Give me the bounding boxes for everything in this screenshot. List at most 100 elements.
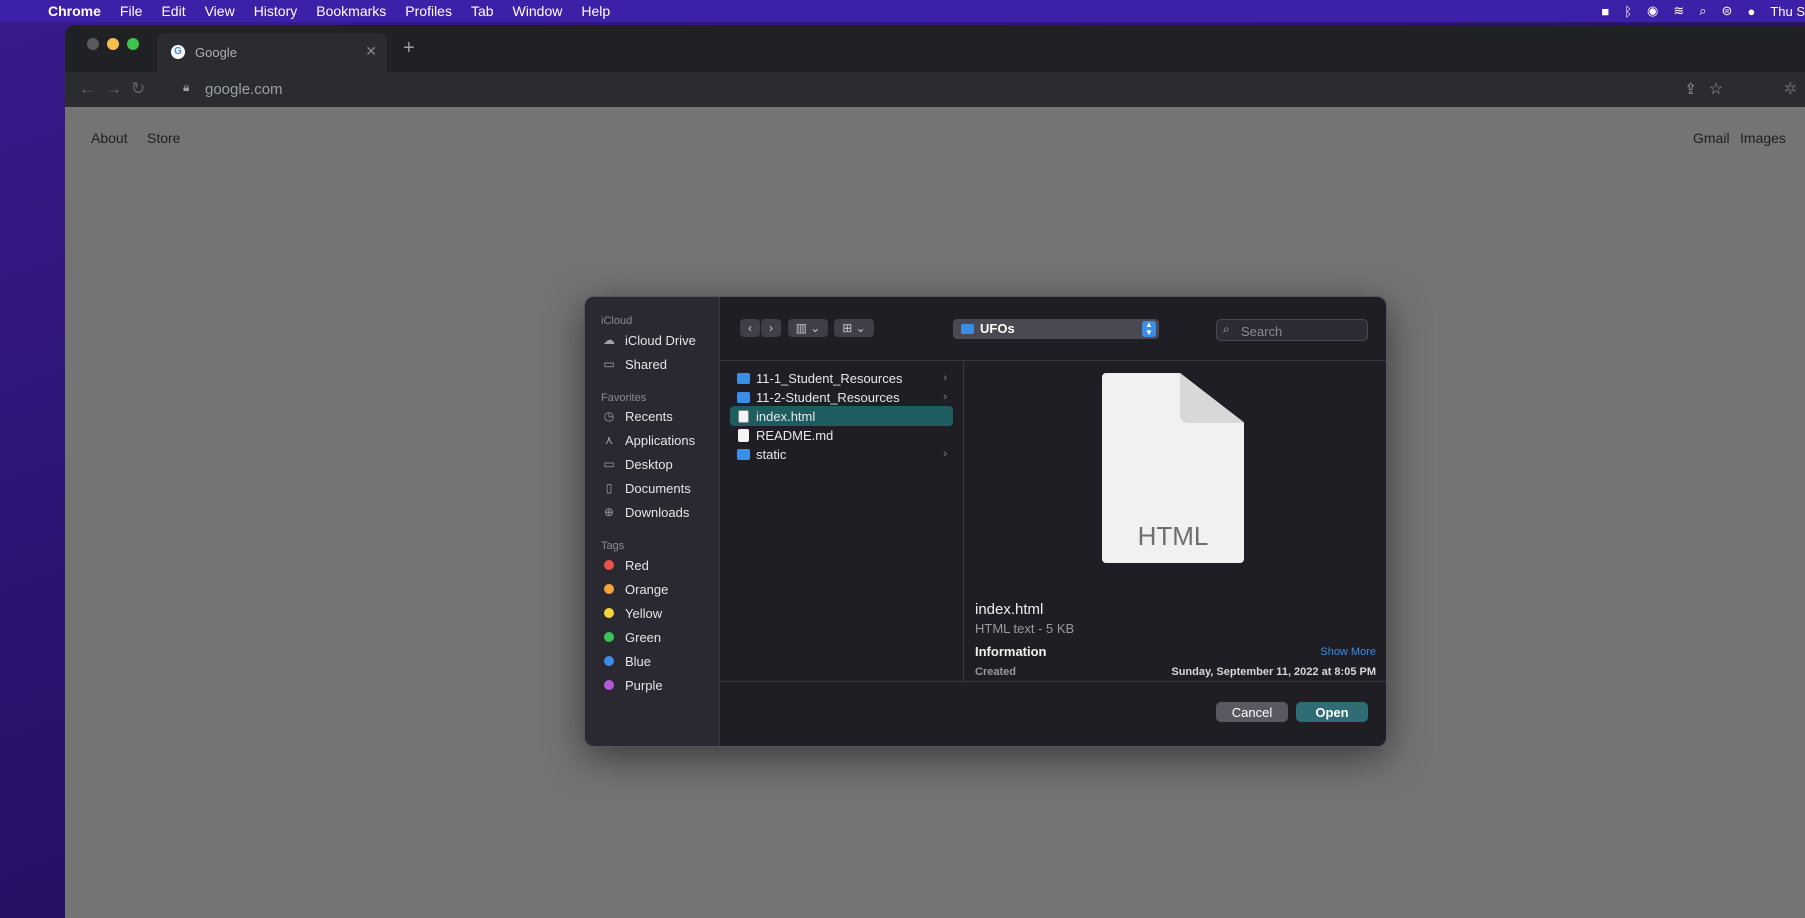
bluetooth-icon[interactable]: ᛒ xyxy=(1624,4,1632,19)
sidebar-item-label: Recents xyxy=(625,408,673,424)
sidebar-item-recents[interactable]: ◷ Recents xyxy=(601,404,716,428)
shared-folder-icon: ▭ xyxy=(603,357,615,371)
folder-icon xyxy=(737,372,750,384)
browser-toolbar: ← → ↻ 🔒︎ google.com ⇪ ☆ ✲ xyxy=(65,72,1805,107)
sidebar-tag-green[interactable]: Green xyxy=(601,625,716,649)
chevron-right-icon: › xyxy=(943,372,947,384)
cancel-button[interactable]: Cancel xyxy=(1216,702,1288,722)
menu-profiles[interactable]: Profiles xyxy=(405,3,452,19)
menu-history[interactable]: History xyxy=(254,3,298,19)
sidebar-item-desktop[interactable]: ▭ Desktop xyxy=(601,452,716,476)
lock-icon[interactable]: 🔒︎ xyxy=(183,80,189,95)
sidebar-item-applications[interactable]: ⋏ Applications xyxy=(601,428,716,452)
address-bar[interactable]: 🔒︎ google.com ⇪ ☆ xyxy=(173,75,1753,104)
camera-icon[interactable]: ■ xyxy=(1601,4,1609,19)
list-item[interactable]: 11-1_Student_Resources › xyxy=(730,368,953,388)
tag-dot-icon xyxy=(604,680,614,690)
sidebar-tag-blue[interactable]: Blue xyxy=(601,649,716,673)
url-text[interactable]: google.com xyxy=(205,81,283,98)
bookmark-star-icon[interactable]: ☆ xyxy=(1709,79,1723,99)
wifi-icon[interactable]: ≋ xyxy=(1673,3,1684,19)
show-more-link[interactable]: Show More xyxy=(1320,646,1376,658)
list-item[interactable]: 11-2-Student_Resources › xyxy=(730,387,953,407)
view-columns-icon[interactable]: ▥ ⌄ xyxy=(788,319,828,337)
download-icon: ⊕ xyxy=(603,505,615,519)
document-icon: ▯ xyxy=(605,481,613,495)
sidebar-item-documents[interactable]: ▯ Documents xyxy=(601,476,716,500)
minimize-window-icon[interactable] xyxy=(107,38,119,50)
chevron-updown-icon: ▲ ▼ xyxy=(1142,321,1156,337)
extensions-icon[interactable]: ✲ xyxy=(1784,79,1797,99)
control-center-icon[interactable]: ⊜ xyxy=(1722,3,1733,19)
sidebar-item-label: Applications xyxy=(625,432,696,448)
document-icon xyxy=(738,428,749,442)
share-icon[interactable]: ⇪ xyxy=(1684,80,1697,98)
menu-window[interactable]: Window xyxy=(513,3,563,19)
clock[interactable]: Thu S xyxy=(1770,4,1805,19)
gmail-link[interactable]: Gmail xyxy=(1693,130,1730,146)
back-icon[interactable]: ← xyxy=(79,79,96,99)
dialog-footer: Cancel Open xyxy=(720,681,1386,746)
file-name: 11-2-Student_Resources xyxy=(756,389,900,405)
new-tab-icon[interactable]: + xyxy=(403,37,415,60)
preview-file-name: index.html xyxy=(975,601,1044,618)
images-link[interactable]: Images xyxy=(1740,130,1786,146)
menu-tab[interactable]: Tab xyxy=(471,3,494,19)
folder-path-dropdown[interactable]: UFOs ▲ ▼ xyxy=(953,319,1159,339)
menu-edit[interactable]: Edit xyxy=(161,3,185,19)
sidebar-item-icloud-drive[interactable]: ☁ iCloud Drive xyxy=(601,328,716,352)
list-item[interactable]: static › xyxy=(730,444,953,464)
search-field[interactable]: ⌕ xyxy=(1216,319,1368,342)
sidebar-tag-yellow[interactable]: Yellow xyxy=(601,601,716,625)
about-link[interactable]: About xyxy=(91,130,128,146)
sidebar-item-label: Shared xyxy=(625,356,667,372)
sidebar-item-label: Yellow xyxy=(625,605,663,621)
search-input[interactable] xyxy=(1239,320,1367,342)
browser-tab[interactable]: G Google ✕ xyxy=(157,33,387,72)
open-button[interactable]: Open xyxy=(1296,702,1368,722)
search-icon[interactable]: ⌕ xyxy=(1699,3,1706,19)
information-heading: Information xyxy=(975,644,1047,659)
close-tab-icon[interactable]: ✕ xyxy=(365,43,377,60)
file-column: 11-1_Student_Resources › 11-2-Student_Re… xyxy=(720,361,964,681)
forward-icon[interactable]: › xyxy=(761,319,781,337)
menu-help[interactable]: Help xyxy=(581,3,610,19)
sidebar-item-label: Red xyxy=(625,557,649,573)
sidebar-item-downloads[interactable]: ⊕ Downloads xyxy=(601,500,716,524)
file-preview: HTML index.html HTML text - 5 KB Informa… xyxy=(964,361,1386,681)
file-type-label: HTML xyxy=(1137,521,1209,551)
sidebar-tag-red[interactable]: Red xyxy=(601,553,716,577)
store-link[interactable]: Store xyxy=(147,130,180,146)
tag-dot-icon xyxy=(604,656,614,666)
sidebar-item-shared[interactable]: ▭ Shared xyxy=(601,352,716,376)
menu-chrome[interactable]: Chrome xyxy=(48,3,101,19)
zoom-window-icon[interactable] xyxy=(127,38,139,50)
sidebar-tag-orange[interactable]: Orange xyxy=(601,577,716,601)
sidebar-item-label: Desktop xyxy=(625,456,673,472)
user-icon[interactable]: ◉ xyxy=(1647,3,1658,19)
tab-strip: G Google ✕ + xyxy=(65,25,1805,72)
back-icon[interactable]: ‹ xyxy=(740,319,760,337)
reload-icon[interactable]: ↻ xyxy=(131,79,145,99)
file-name: 11-1_Student_Resources xyxy=(756,370,903,386)
desktop-icon: ▭ xyxy=(603,457,615,471)
siri-icon[interactable]: ● xyxy=(1747,4,1755,19)
open-file-dialog: iCloud ☁ iCloud Drive ▭ Shared Favorites… xyxy=(584,296,1387,747)
current-folder-label: UFOs xyxy=(980,321,1015,336)
close-window-icon[interactable] xyxy=(87,38,99,50)
sidebar-heading-tags: Tags xyxy=(601,540,625,552)
menu-bookmarks[interactable]: Bookmarks xyxy=(316,3,386,19)
sidebar-item-label: Orange xyxy=(625,581,669,597)
menu-bar: Chrome File Edit View History Bookmarks … xyxy=(0,0,1805,22)
sidebar-tag-purple[interactable]: Purple xyxy=(601,673,716,697)
forward-icon[interactable]: → xyxy=(105,79,122,99)
dialog-main: ‹ › ▥ ⌄ ⊞ ⌄ UFOs ▲▼ ⌕ 11-1_Student_Resou… xyxy=(719,297,1386,746)
list-item[interactable]: README.md xyxy=(730,425,953,445)
chevron-right-icon: › xyxy=(943,391,947,403)
list-item-selected[interactable]: index.html xyxy=(730,406,953,426)
group-by-icon[interactable]: ⊞ ⌄ xyxy=(834,319,874,337)
menu-file[interactable]: File xyxy=(120,3,143,19)
file-name: static xyxy=(756,446,787,462)
sidebar-heading-favorites: Favorites xyxy=(601,392,647,404)
menu-view[interactable]: View xyxy=(205,3,235,19)
